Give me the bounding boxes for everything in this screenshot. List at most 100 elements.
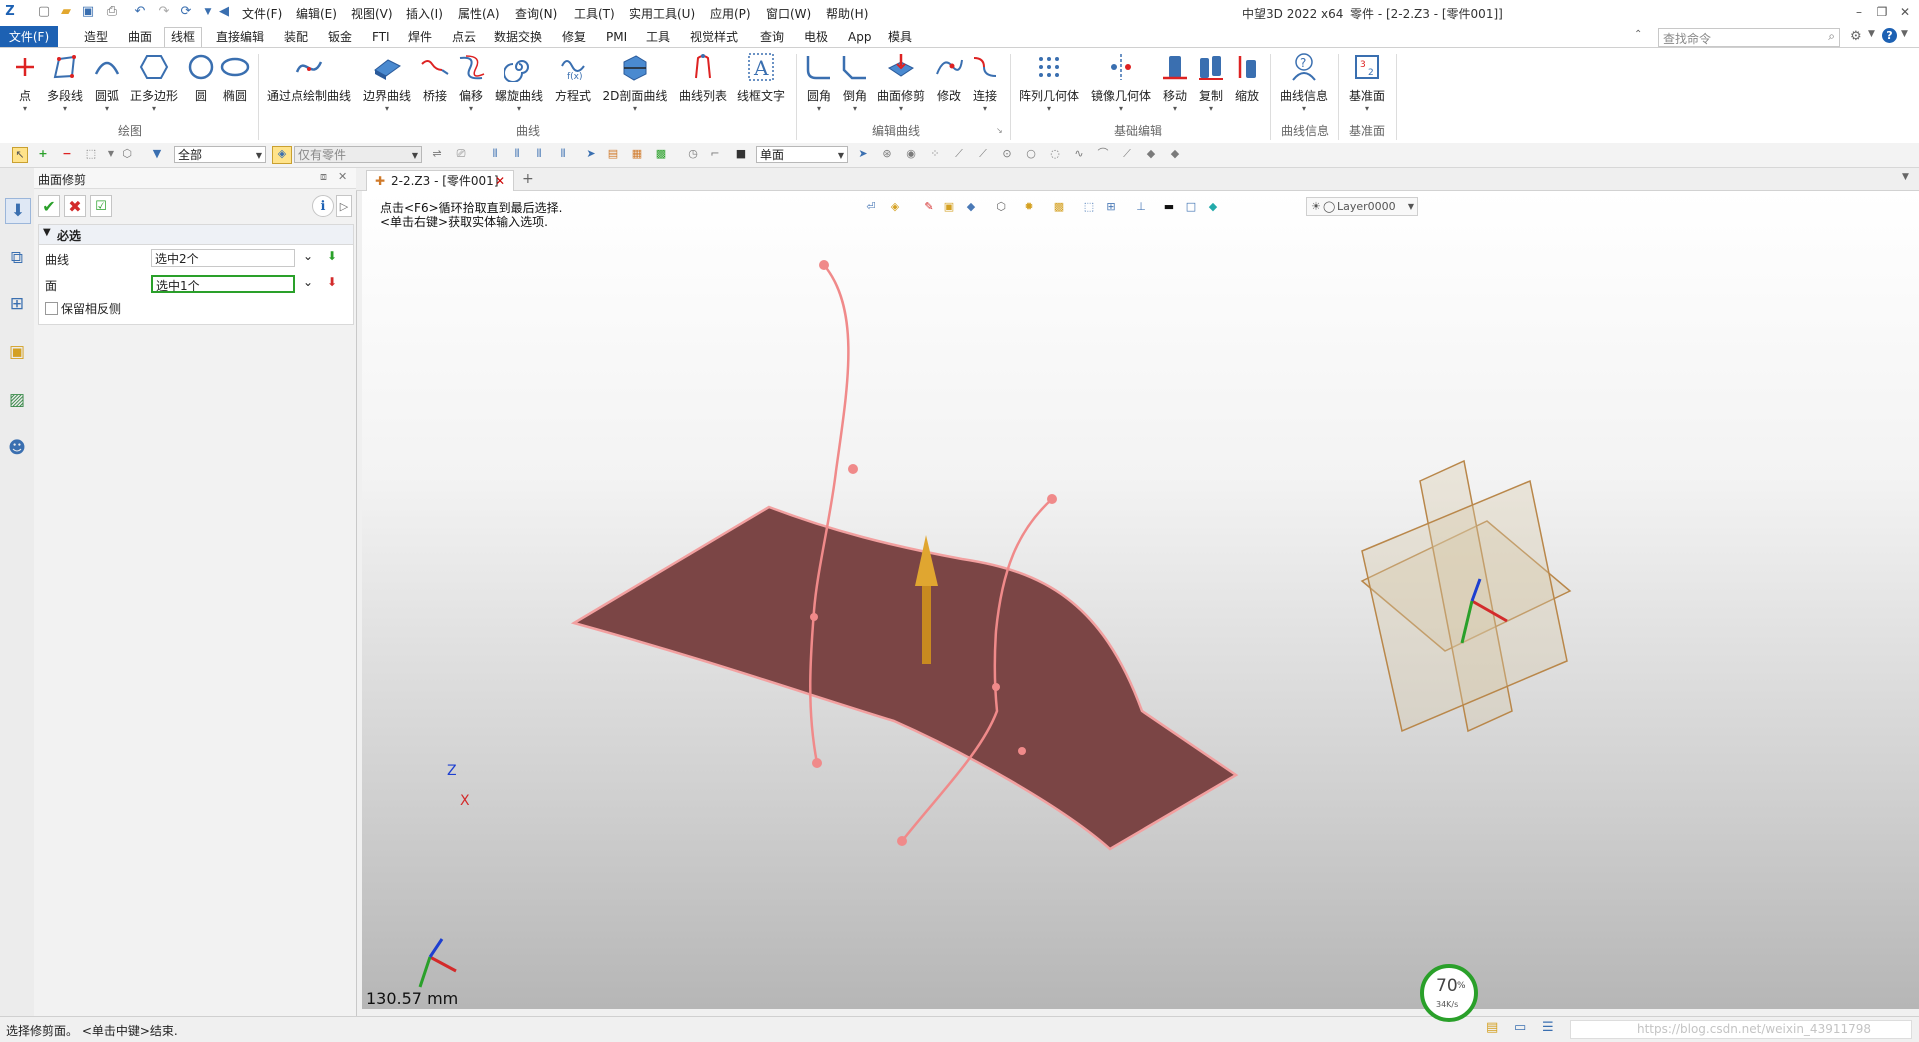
scale-button[interactable]: 缩放 [1232,52,1262,104]
new-tab-icon[interactable]: + [522,171,534,187]
tab-tools[interactable]: 工具 [640,28,676,47]
snap-face-icon[interactable]: ◆ [1144,147,1158,161]
snap-1-icon[interactable]: ⊛ [880,147,894,161]
bridge-button[interactable]: 桥接 [420,52,450,104]
curve-list-button[interactable]: 曲线列表 [678,52,728,104]
tab-app[interactable]: App [842,28,877,47]
helix-curve-button[interactable]: 螺旋曲线 ▾ [494,52,544,114]
align-3-icon[interactable]: ⫴ [532,147,546,161]
tab-pmi[interactable]: PMI [600,28,633,47]
offset-dropdown-icon[interactable]: ▾ [456,104,486,114]
mirror-dropdown-icon[interactable]: ▾ [1090,104,1152,114]
snap-center-icon[interactable]: ⊙ [1000,147,1014,161]
status-list-icon[interactable]: ☰ [1542,1020,1554,1035]
user-manager-icon[interactable]: ☻ [5,436,29,460]
tab-electrode[interactable]: 电极 [798,28,834,47]
polygon-button[interactable]: 正多边形 ▾ [128,52,180,114]
menu-utilities[interactable]: 实用工具(U) [629,5,695,22]
wire-text-button[interactable]: A 线框文字 [736,52,786,104]
boundary-curve-button[interactable]: 边界曲线 ▾ [362,52,412,114]
snap-perp-icon[interactable]: ⟋ [1120,147,1134,161]
info-button[interactable]: ℹ [312,195,334,217]
status-input[interactable]: https://blog.csdn.net/weixin_43911798 [1570,1020,1912,1039]
snap-line-icon[interactable]: ⟋ [952,147,966,161]
stop-icon[interactable]: ■ [734,147,748,161]
polygon-dropdown-icon[interactable]: ▾ [128,104,180,114]
fillet-button[interactable]: 圆角 ▾ [804,52,834,114]
print-icon[interactable]: ⎙ [104,4,120,20]
help-icon[interactable]: ? [1882,28,1897,43]
tab-weldment[interactable]: 焊件 [402,28,438,47]
snap-tangent-icon[interactable]: ◌ [1048,147,1062,161]
settings-gear-icon[interactable]: ⚙ [1850,29,1862,44]
curve-field-options-icon[interactable]: ⌄ [303,249,313,263]
tab-repair[interactable]: 修复 [556,28,592,47]
tab-fti[interactable]: FTI [366,28,396,47]
back-arrow-icon[interactable]: ◀ [216,4,232,20]
expand-panel-button[interactable]: ▷ [336,195,352,217]
image-manager-icon[interactable]: ▨ [5,388,29,412]
close-window-button[interactable]: ✕ [1896,3,1914,21]
menu-help[interactable]: 帮助(H) [826,5,868,22]
status-monitor-icon[interactable]: ▭ [1514,1020,1526,1035]
filter-select[interactable]: 全部 ▼ [174,146,266,163]
tab-visual-style[interactable]: 视觉样式 [684,28,744,47]
polyline-dropdown-icon[interactable]: ▾ [44,104,86,114]
join-dropdown-icon[interactable]: ▾ [970,104,1000,114]
tab-direct-edit[interactable]: 直接编辑 [210,28,270,47]
snap-3-icon[interactable]: ⁘ [928,147,942,161]
surface-trim-command-icon[interactable]: ⬇ [5,198,31,224]
menu-edit[interactable]: 编辑(E) [296,5,337,22]
export-icon[interactable]: ▩ [654,147,668,161]
graphics-viewport[interactable]: 点击<F6>循环拾取直到最后选择. <单击右键>获取实体输入选项. ⏎ ◈ ✎ … [362,191,1919,1009]
box-select-dropdown-icon[interactable]: ▼ [104,147,118,161]
crop-icon[interactable]: ⌐ [708,147,722,161]
menu-tools[interactable]: 工具(T) [574,5,615,22]
rotate-view-icon[interactable]: ◷ [686,147,700,161]
command-search-box[interactable]: 查找命令 ⌕ [1658,28,1840,47]
redo-icon[interactable]: ↷ [156,4,172,20]
cursor-mode-icon[interactable]: ➤ [584,147,598,161]
tab-mold[interactable]: 模具 [882,28,918,47]
face-field-pick-icon[interactable]: ⬇ [327,275,337,289]
undo-icon[interactable]: ↶ [132,4,148,20]
snap-2-icon[interactable]: ◉ [904,147,918,161]
trim-surface[interactable] [570,505,1239,851]
select-tool-1-icon[interactable]: ⇌ [430,147,444,161]
curve-info-button[interactable]: ? 曲线信息 ▾ [1278,52,1330,114]
circle-button[interactable]: 圆 [186,52,216,104]
arc-dropdown-icon[interactable]: ▾ [92,104,122,114]
assembly-manager-icon[interactable]: ⊞ [5,292,29,316]
fillet-dropdown-icon[interactable]: ▾ [804,104,834,114]
history-icon[interactable]: ▤ [606,147,620,161]
surface-trim-dropdown-icon[interactable]: ▾ [876,104,926,114]
equation-button[interactable]: f(x) 方程式 [554,52,592,104]
tab-sheet-metal[interactable]: 钣金 [322,28,358,47]
part-scope-icon[interactable]: ◈ [272,146,292,164]
curve-field[interactable]: 选中2个 [151,249,295,267]
tab-file[interactable]: 文件(F) [0,26,58,48]
folder-icon[interactable]: ▦ [630,147,644,161]
tab-wireframe[interactable]: 线框 [164,27,203,48]
ok-button[interactable]: ✔ [38,195,60,217]
point-dropdown-icon[interactable]: ▾ [10,104,40,114]
add-select-icon[interactable]: + [36,147,50,161]
face-field-options-icon[interactable]: ⌄ [303,275,313,289]
tab-data-exchange[interactable]: 数据交换 [488,28,548,47]
pattern-dropdown-icon[interactable]: ▾ [1018,104,1080,114]
select-tool-2-icon[interactable]: ⎚ [454,147,468,161]
menu-insert[interactable]: 插入(I) [406,5,443,22]
minimize-button[interactable]: – [1850,3,1868,21]
close-tab-icon[interactable]: ✕ [495,171,505,191]
arc-button[interactable]: 圆弧 ▾ [92,52,122,114]
snap-curve-icon[interactable]: ∿ [1072,147,1086,161]
panel-close-icon[interactable]: ✕ [338,170,347,183]
tab-modeling[interactable]: 造型 [78,28,114,47]
snap-solid-icon[interactable]: ◆ [1168,147,1182,161]
remove-select-icon[interactable]: − [60,147,74,161]
cancel-button[interactable]: ✖ [64,195,86,217]
performance-gauge[interactable]: 70 % 34K/s [1420,964,1478,1022]
new-file-icon[interactable]: ▢ [36,4,52,20]
curve-field-pick-icon[interactable]: ⬇ [327,249,337,263]
copy-button[interactable]: 复制 ▾ [1196,52,1226,114]
